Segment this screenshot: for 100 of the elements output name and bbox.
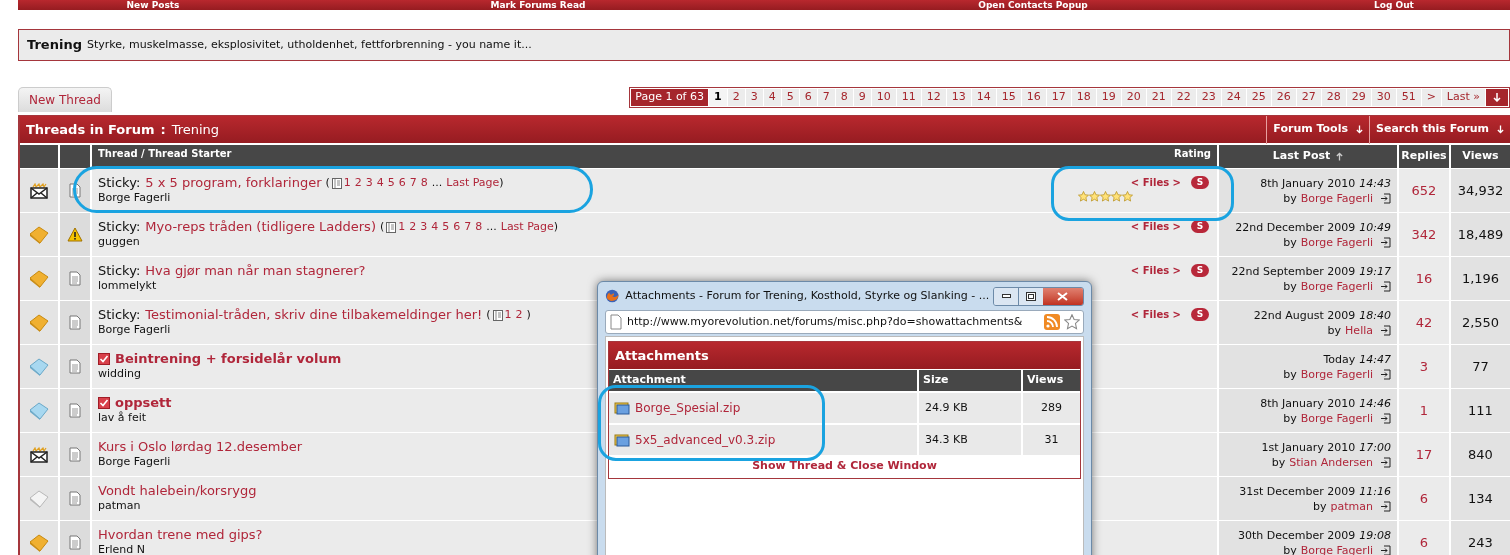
page-link[interactable]: 1 xyxy=(709,89,727,106)
user-link[interactable]: Borge Fagerli xyxy=(1300,190,1373,206)
thread-title-link[interactable]: Kurs i Oslo lørdag 12.desember xyxy=(98,439,303,455)
page-link[interactable]: 6 xyxy=(799,89,817,106)
page-link[interactable]: 16 xyxy=(1021,89,1046,106)
page-link[interactable]: 2 xyxy=(409,219,417,235)
column-header[interactable]: Views xyxy=(1451,145,1510,168)
page-link[interactable]: 21 xyxy=(1146,89,1171,106)
page-link[interactable]: 3 xyxy=(365,175,373,191)
nav-link[interactable]: Mark Forums Read xyxy=(490,0,586,10)
user-link[interactable]: Borge Fagerli xyxy=(1300,410,1373,426)
replies-link[interactable]: 6 xyxy=(1419,532,1429,553)
files-link[interactable]: < Files > xyxy=(1130,263,1181,278)
replies-link[interactable]: 342 xyxy=(1411,224,1437,245)
page-link[interactable]: 17 xyxy=(1046,89,1071,106)
page-link[interactable]: 8 xyxy=(835,89,853,106)
thread-title-link[interactable]: Hva gjør man når man stagnerer? xyxy=(145,263,366,279)
thread-title-link[interactable]: Testimonial-tråden, skriv dine tilbakemeldinger her! xyxy=(145,307,483,323)
page-link[interactable]: 11 xyxy=(896,89,921,106)
page-link[interactable]: 27 xyxy=(1296,89,1321,106)
attachment-link[interactable]: Borge_Spesial.zip xyxy=(635,399,741,417)
page-link[interactable]: 8 xyxy=(420,175,428,191)
page-link[interactable]: 8 xyxy=(475,219,483,235)
column-header[interactable]: Replies xyxy=(1399,145,1449,168)
page-link[interactable]: 2 xyxy=(354,175,362,191)
s-badge[interactable]: S xyxy=(1191,264,1209,277)
page-link[interactable]: 7 xyxy=(409,175,417,191)
arrow-box-icon[interactable] xyxy=(1380,236,1391,248)
page-link[interactable]: 1 xyxy=(504,307,512,323)
user-link[interactable]: Borge Fagerli xyxy=(1300,542,1373,555)
tool-menu-button[interactable]: Forum Tools xyxy=(1266,115,1369,144)
page-link[interactable]: 29 xyxy=(1346,89,1371,106)
thread-title-link[interactable]: Hvordan trene med gips? xyxy=(98,527,263,543)
page-link[interactable]: 20 xyxy=(1121,89,1146,106)
star-outline-icon[interactable] xyxy=(1064,314,1080,330)
page-link[interactable]: 12 xyxy=(921,89,946,106)
files-link[interactable]: < Files > xyxy=(1130,219,1181,234)
arrow-box-icon[interactable] xyxy=(1380,280,1391,292)
attachment-link[interactable]: 5x5_advanced_v0.3.zip xyxy=(635,431,776,449)
user-link[interactable]: Borge Fagerli xyxy=(1300,278,1373,294)
page-link[interactable]: 13 xyxy=(946,89,971,106)
replies-link[interactable]: 6 xyxy=(1419,488,1429,509)
tool-menu-button[interactable]: Search this Forum xyxy=(1369,115,1510,144)
page-link[interactable]: 5 xyxy=(781,89,799,106)
arrow-box-icon[interactable] xyxy=(1380,192,1391,204)
nav-link[interactable]: Log Out xyxy=(1374,0,1414,10)
page-link[interactable]: 24 xyxy=(1221,89,1246,106)
page-link[interactable]: 4 xyxy=(376,175,384,191)
arrow-box-icon[interactable] xyxy=(1380,368,1391,380)
thread-title-link[interactable]: oppsett xyxy=(115,395,172,411)
arrow-box-icon[interactable] xyxy=(1380,324,1391,336)
page-link[interactable]: 3 xyxy=(420,219,428,235)
replies-link[interactable]: 17 xyxy=(1415,444,1433,465)
new-thread-tab[interactable]: New Thread xyxy=(18,87,112,112)
page-link[interactable]: 22 xyxy=(1171,89,1196,106)
thread-title-link[interactable]: Beintrening + forsidelår volum xyxy=(115,351,342,367)
page-link[interactable]: 51 xyxy=(1396,89,1421,106)
address-bar[interactable]: http://www.myorevolution.net/forums/misc.php?do=showattachments& xyxy=(605,310,1084,334)
last-page-link[interactable]: Last Page xyxy=(446,175,500,191)
page-link[interactable]: 1 xyxy=(398,219,406,235)
replies-link[interactable]: 652 xyxy=(1411,180,1437,201)
maximize-button[interactable] xyxy=(1018,287,1043,305)
page-link[interactable]: 4 xyxy=(431,219,439,235)
replies-link[interactable]: 1 xyxy=(1419,400,1429,421)
page-link[interactable]: 7 xyxy=(464,219,472,235)
replies-link[interactable]: 16 xyxy=(1415,268,1433,289)
page-link[interactable]: 18 xyxy=(1071,89,1096,106)
arrow-box-icon[interactable] xyxy=(1380,456,1391,468)
page-link[interactable]: 2 xyxy=(727,89,745,106)
page-link[interactable]: 7 xyxy=(817,89,835,106)
show-thread-link[interactable]: Show Thread & Close Window xyxy=(752,458,937,475)
page-link[interactable]: 14 xyxy=(971,89,996,106)
replies-link[interactable]: 42 xyxy=(1415,312,1433,333)
page-link[interactable]: 1 xyxy=(343,175,351,191)
last-page-link[interactable]: Last Page xyxy=(500,219,554,235)
page-link[interactable]: 30 xyxy=(1371,89,1396,106)
user-link[interactable]: Borge Fagerli xyxy=(1300,366,1373,382)
user-link[interactable]: Hella xyxy=(1345,322,1373,338)
user-link[interactable]: patman xyxy=(1330,498,1373,514)
page-link[interactable]: 10 xyxy=(871,89,896,106)
page-link[interactable]: 5 xyxy=(387,175,395,191)
nav-link[interactable]: New Posts xyxy=(126,0,180,10)
thread-title-link[interactable]: Vondt halebein/korsrygg xyxy=(98,483,257,499)
s-badge[interactable]: S xyxy=(1191,176,1209,189)
minimize-button[interactable] xyxy=(994,287,1019,305)
files-link[interactable]: < Files > xyxy=(1130,175,1181,190)
close-button[interactable] xyxy=(1042,287,1083,305)
s-badge[interactable]: S xyxy=(1191,308,1209,321)
page-link[interactable]: 19 xyxy=(1096,89,1121,106)
page-link[interactable]: 28 xyxy=(1321,89,1346,106)
arrow-box-icon[interactable] xyxy=(1380,500,1391,512)
page-link[interactable]: 23 xyxy=(1196,89,1221,106)
page-link[interactable]: > xyxy=(1421,89,1441,106)
arrow-box-icon[interactable] xyxy=(1380,412,1391,424)
page-link[interactable]: Last » xyxy=(1441,89,1485,106)
page-link[interactable]: 2 xyxy=(515,307,523,323)
nav-link[interactable]: Open Contacts Popup xyxy=(978,0,1088,10)
page-link[interactable]: 5 xyxy=(442,219,450,235)
thread-title-link[interactable]: Myo-reps tråden (tidligere Ladders) xyxy=(145,219,376,235)
user-link[interactable]: Stian Andersen xyxy=(1289,454,1373,470)
